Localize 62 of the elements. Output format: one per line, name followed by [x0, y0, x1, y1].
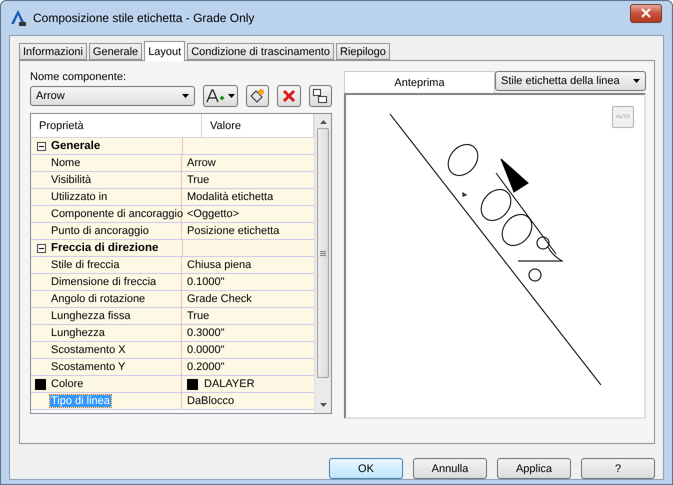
property-name[interactable]: Componente di ancoraggio — [50, 208, 184, 220]
tab[interactable]: Layout — [144, 41, 186, 61]
text-plus-icon — [206, 88, 226, 104]
property-name[interactable]: Stile di freccia — [50, 259, 120, 271]
grip-icon — [320, 250, 326, 256]
delete-button[interactable] — [277, 85, 300, 107]
caret-icon — [228, 94, 235, 98]
property-name[interactable]: Angolo di rotazione — [50, 293, 146, 305]
property-name[interactable]: Visibilità — [50, 174, 92, 186]
dialog-button[interactable]: ? — [581, 458, 655, 479]
property-value: Modalità etichetta — [186, 190, 274, 205]
app-logo-icon — [9, 9, 27, 27]
property-value: 0.2000" — [186, 360, 226, 375]
field-label: Nome componente: — [30, 71, 127, 83]
close-button[interactable] — [630, 4, 662, 22]
property-value: True — [186, 309, 210, 324]
collapse-icon[interactable] — [36, 142, 46, 150]
property-name[interactable]: Lunghezza — [50, 327, 106, 339]
dialog-button[interactable]: OK — [329, 458, 403, 479]
tab[interactable]: Riepilogo — [336, 43, 390, 60]
caret-icon — [182, 94, 190, 98]
collapse-icon[interactable] — [36, 244, 46, 252]
property-name[interactable]: Dimensione di freccia — [50, 276, 158, 288]
delete-icon — [282, 89, 296, 103]
property-value: Chiusa piena — [186, 258, 252, 273]
caret-icon — [633, 79, 640, 83]
property-value: Grade Check — [186, 292, 253, 307]
scroll-down-icon[interactable] — [320, 403, 326, 407]
group-label: Generale — [51, 138, 183, 154]
window-title: Composizione stile etichetta - Grade Only — [33, 11, 256, 25]
scrollbar[interactable] — [314, 114, 331, 413]
property-name[interactable]: Utilizzato in — [50, 191, 108, 203]
property-name[interactable]: Scostamento Y — [50, 361, 126, 373]
close-icon — [641, 8, 651, 18]
tab[interactable]: Informazioni — [19, 43, 87, 60]
property-value: True — [186, 173, 210, 188]
property-value: 0.1000" — [186, 275, 226, 290]
tab[interactable]: Condizione di trascinamento — [187, 43, 334, 60]
stacked-boxes-icon — [312, 88, 328, 104]
component-dropdown[interactable]: Arrow — [30, 86, 196, 106]
property-name[interactable]: Lunghezza fissa — [50, 310, 132, 322]
property-value: Posizione etichetta — [186, 224, 280, 239]
property-value: 0.3000" — [186, 326, 226, 341]
property-value: DaBlocco — [186, 394, 236, 409]
arrange-button[interactable] — [308, 85, 332, 107]
style-dropdown[interactable]: Stile etichetta della linea — [495, 71, 646, 91]
dialog-button[interactable]: Annulla — [413, 458, 487, 479]
property-value: <Oggetto> — [186, 207, 240, 222]
property-value: 0.0000" — [186, 343, 226, 358]
property-name[interactable]: Nome — [50, 157, 82, 169]
property-value: DALAYER — [182, 376, 314, 392]
add-text-button[interactable] — [203, 85, 238, 107]
scroll-up-icon[interactable] — [320, 120, 326, 124]
property-value: Arrow — [186, 156, 217, 171]
property-name[interactable]: Scostamento X — [50, 344, 127, 356]
group-label: Freccia di direzione — [51, 240, 183, 256]
copy-component-button[interactable] — [246, 85, 270, 107]
property-name[interactable]: Punto di ancoraggio — [50, 225, 150, 237]
dialog-button[interactable]: Applica — [497, 458, 571, 479]
preview-label: Anteprima — [344, 71, 495, 93]
property-name[interactable]: Colore — [50, 378, 84, 390]
tab[interactable]: Generale — [88, 43, 142, 60]
